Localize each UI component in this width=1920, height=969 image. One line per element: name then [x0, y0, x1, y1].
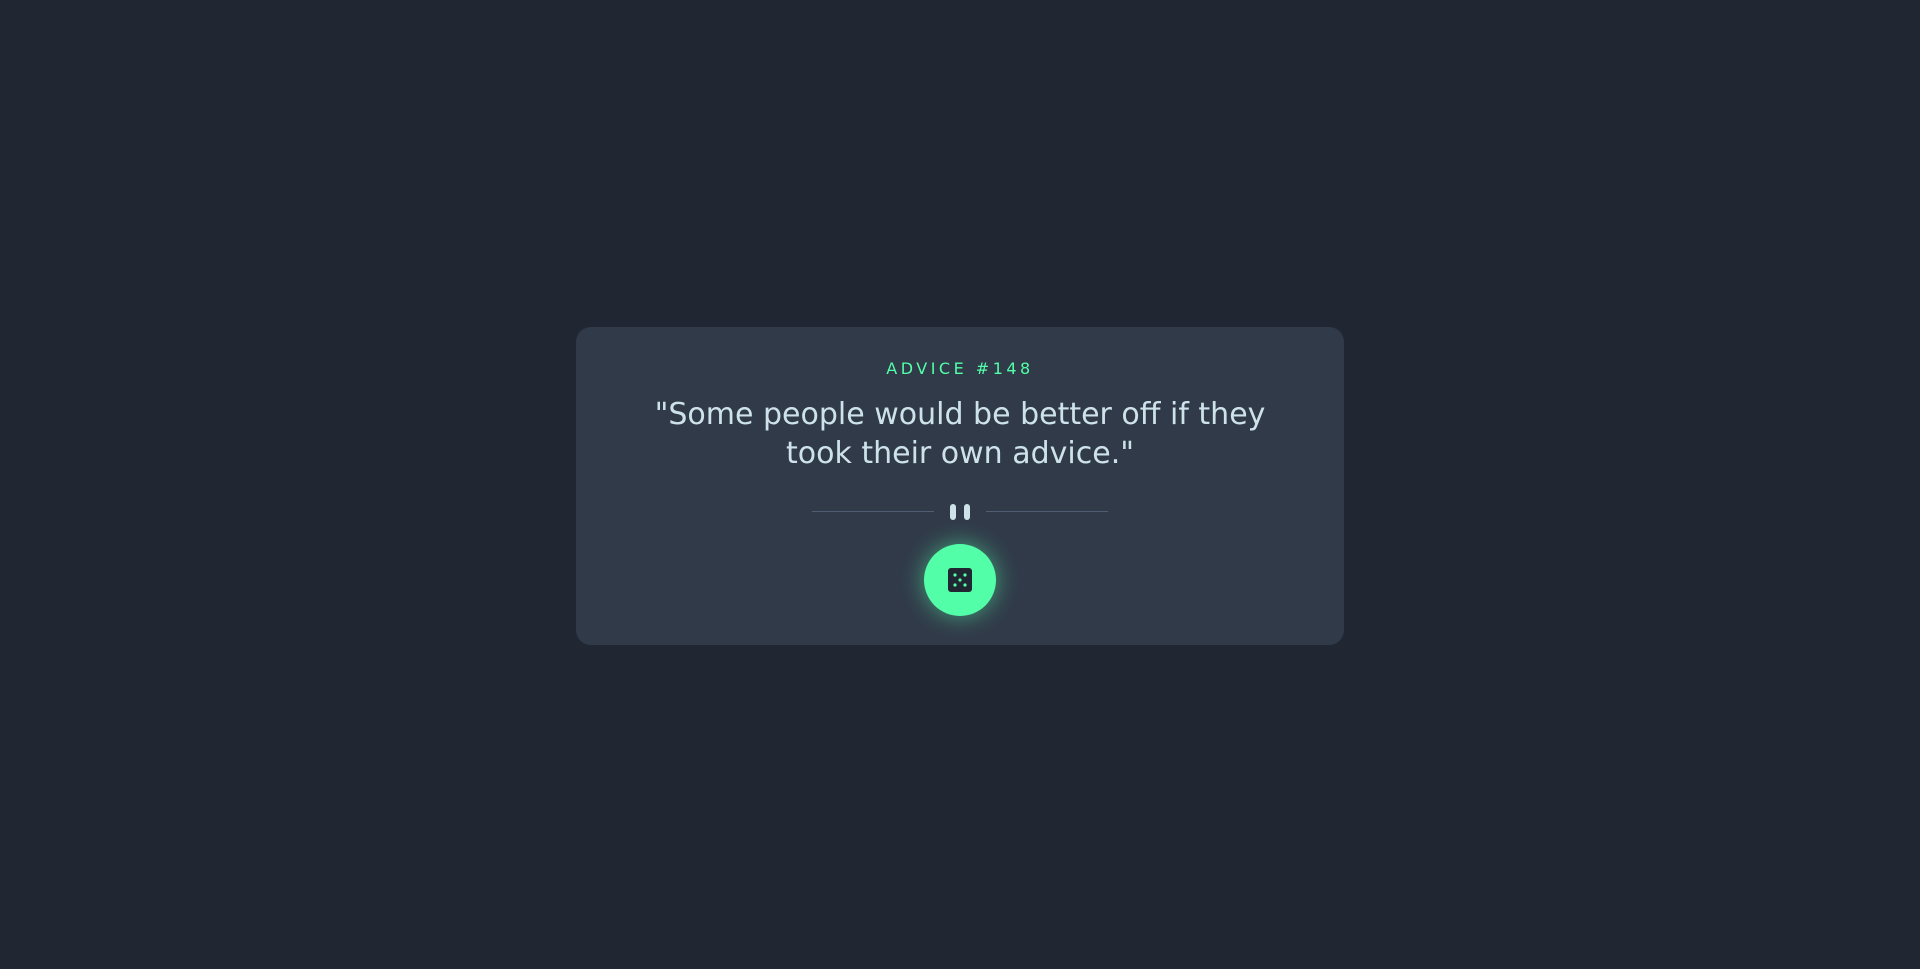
page: ADVICE #148 "Some people would be better… — [0, 0, 1920, 969]
advice-quote: "Some people would be better off if they… — [654, 397, 1266, 471]
dice-icon — [948, 568, 972, 592]
divider — [812, 504, 1108, 520]
advice-id: ADVICE #148 — [886, 359, 1034, 378]
divider-line-left — [812, 511, 934, 512]
advice-card: ADVICE #148 "Some people would be better… — [576, 327, 1344, 645]
generate-advice-button[interactable] — [924, 544, 996, 616]
pause-icon — [950, 504, 970, 520]
divider-line-right — [986, 511, 1108, 512]
